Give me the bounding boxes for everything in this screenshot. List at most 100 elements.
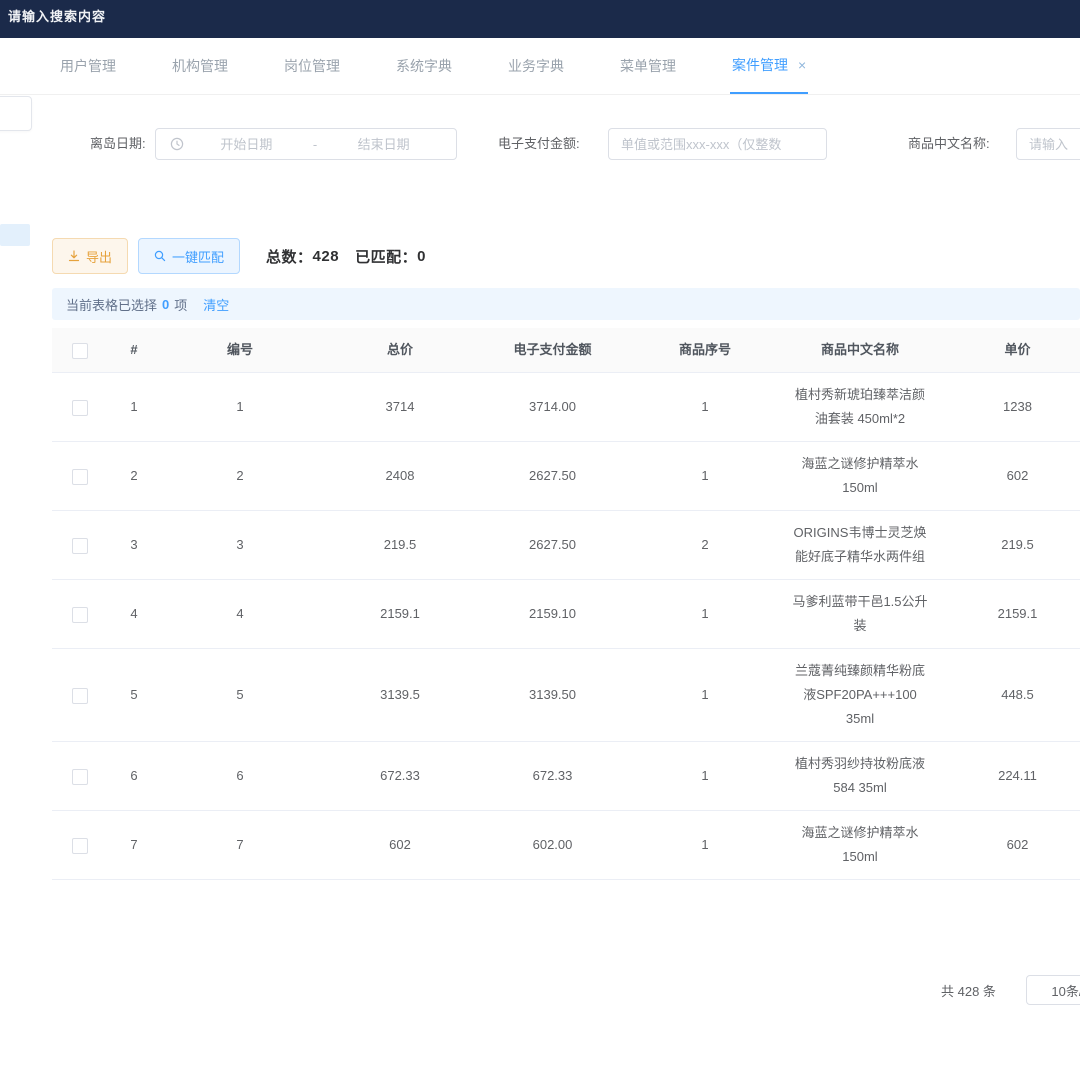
matched-label: 已匹配： bbox=[355, 246, 417, 267]
total-label: 总数： bbox=[266, 246, 313, 267]
tab-label: 机构管理 bbox=[172, 56, 228, 76]
cell-total: 219.5 bbox=[320, 523, 480, 567]
tab-label: 系统字典 bbox=[396, 56, 452, 76]
cell-seq: 1 bbox=[625, 823, 785, 867]
col-header-epay: 电子支付金额 bbox=[480, 334, 625, 366]
cell-unit: 602 bbox=[935, 454, 1080, 498]
cell-name: 海蓝之谜修护精萃水 150ml bbox=[785, 811, 935, 879]
cell-epay: 602.00 bbox=[480, 823, 625, 867]
cell-index: 3 bbox=[108, 523, 160, 567]
cell-seq: 1 bbox=[625, 673, 785, 717]
epay-amount-input[interactable] bbox=[608, 128, 827, 160]
cell-epay: 3714.00 bbox=[480, 385, 625, 429]
one-key-match-button[interactable]: 一键匹配 bbox=[138, 238, 240, 274]
table-row: 4 4 2159.1 2159.10 1 马爹利蓝带干邑1.5公升装 2159.… bbox=[52, 580, 1080, 649]
cell-epay: 1232.47 bbox=[480, 892, 625, 901]
tab-user-management[interactable]: 用户管理 bbox=[58, 38, 118, 94]
tab-close-icon[interactable]: × bbox=[798, 58, 806, 72]
product-name-input[interactable] bbox=[1016, 128, 1080, 160]
date-filter-label: 离岛日期: bbox=[90, 128, 146, 160]
cell-epay: 3139.50 bbox=[480, 673, 625, 717]
filter-row: 离岛日期: - 电子支付金额: 商品中文名称: bbox=[0, 128, 1080, 162]
cell-unit: 1238 bbox=[935, 385, 1080, 429]
amount-filter-label: 电子支付金额: bbox=[498, 128, 580, 160]
global-search-input[interactable]: 请输入搜索内容 bbox=[8, 6, 106, 25]
page-size-select[interactable]: 10条/页 bbox=[1026, 975, 1080, 1005]
row-checkbox[interactable] bbox=[72, 607, 88, 623]
tab-business-dict[interactable]: 业务字典 bbox=[506, 38, 566, 94]
start-date-input[interactable] bbox=[184, 136, 309, 153]
table-row: 8 8 1232.47 1232.47 1 卡诗菁纯亮泽经典香氛 410.82 bbox=[52, 880, 1080, 900]
cell-epay: 2627.50 bbox=[480, 454, 625, 498]
clipped-button-fragment bbox=[0, 224, 30, 246]
cell-seq: 1 bbox=[625, 892, 785, 901]
col-header-unit: 单价 bbox=[935, 334, 1080, 366]
cell-seq: 2 bbox=[625, 523, 785, 567]
row-checkbox[interactable] bbox=[72, 400, 88, 416]
col-header-name: 商品中文名称 bbox=[785, 334, 935, 366]
date-range-picker[interactable]: - bbox=[155, 128, 457, 160]
toolbar: 导出 一键匹配 总数： 428 已匹配： 0 bbox=[52, 238, 426, 274]
total-value: 428 bbox=[313, 248, 340, 265]
tab-label: 菜单管理 bbox=[620, 56, 676, 76]
cell-unit: 448.5 bbox=[935, 673, 1080, 717]
export-button[interactable]: 导出 bbox=[52, 238, 128, 274]
row-checkbox[interactable] bbox=[72, 769, 88, 785]
cell-index: 4 bbox=[108, 592, 160, 636]
tab-post-management[interactable]: 岗位管理 bbox=[282, 38, 342, 94]
cell-seq: 1 bbox=[625, 385, 785, 429]
selection-count: 0 bbox=[162, 297, 169, 312]
table-row: 6 6 672.33 672.33 1 植村秀羽纱持妆粉底液 584 35ml … bbox=[52, 742, 1080, 811]
cell-index: 8 bbox=[108, 892, 160, 901]
cell-total: 2408 bbox=[320, 454, 480, 498]
cell-unit: 224.11 bbox=[935, 754, 1080, 798]
clear-selection-link[interactable]: 清空 bbox=[203, 295, 229, 314]
cell-total: 1232.47 bbox=[320, 892, 480, 901]
selection-prefix: 当前表格已选择 bbox=[66, 295, 157, 314]
cell-index: 2 bbox=[108, 454, 160, 498]
tab-system-dict[interactable]: 系统字典 bbox=[394, 38, 454, 94]
cell-name: 卡诗菁纯亮泽经典香氛 bbox=[785, 892, 935, 901]
export-button-label: 导出 bbox=[86, 247, 112, 266]
tab-org-management[interactable]: 机构管理 bbox=[170, 38, 230, 94]
select-all-checkbox[interactable] bbox=[72, 343, 88, 359]
cell-seq: 1 bbox=[625, 754, 785, 798]
cell-unit: 219.5 bbox=[935, 523, 1080, 567]
data-table: # 编号 总价 电子支付金额 商品序号 商品中文名称 单价 1 1 3 7 1 4 3… bbox=[52, 328, 1080, 900]
cell-index: 6 bbox=[108, 754, 160, 798]
top-navbar: 请输入搜索内容 bbox=[0, 0, 1080, 38]
tab-label: 案件管理 bbox=[732, 55, 788, 75]
download-icon bbox=[68, 250, 80, 262]
cell-code: 7 bbox=[160, 823, 320, 867]
col-header-code: 编号 bbox=[160, 334, 320, 366]
tab-case-management[interactable]: 案件管理 × bbox=[730, 38, 808, 94]
row-checkbox[interactable] bbox=[72, 838, 88, 854]
cell-total: 3139.5 bbox=[320, 673, 480, 717]
date-range-separator: - bbox=[309, 137, 321, 152]
end-date-input[interactable] bbox=[321, 136, 446, 153]
cell-unit: 602 bbox=[935, 823, 1080, 867]
table-header-row: # 编号 总价 电子支付金额 商品序号 商品中文名称 单价 bbox=[52, 328, 1080, 373]
cell-unit: 2159.1 bbox=[935, 592, 1080, 636]
cell-epay: 2627.50 bbox=[480, 523, 625, 567]
cell-epay: 672.33 bbox=[480, 754, 625, 798]
cell-code: 8 bbox=[160, 892, 320, 901]
table-row: 5 5 3139.5 3139.50 1 兰蔻菁纯臻颜精华粉底液SPF20PA+… bbox=[52, 649, 1080, 742]
cell-name: 兰蔻菁纯臻颜精华粉底液SPF20PA+++100 35ml bbox=[785, 649, 935, 741]
tab-menu-management[interactable]: 菜单管理 bbox=[618, 38, 678, 94]
row-checkbox[interactable] bbox=[72, 688, 88, 704]
match-stats: 总数： 428 已匹配： 0 bbox=[266, 246, 426, 267]
cell-code: 6 bbox=[160, 754, 320, 798]
selection-bar: 当前表格已选择 0 项 清空 bbox=[52, 288, 1080, 320]
cell-seq: 1 bbox=[625, 592, 785, 636]
cell-code: 2 bbox=[160, 454, 320, 498]
cell-name: 马爹利蓝带干邑1.5公升装 bbox=[785, 580, 935, 648]
search-icon bbox=[154, 250, 166, 262]
row-checkbox[interactable] bbox=[72, 538, 88, 554]
tab-label: 用户管理 bbox=[60, 56, 116, 76]
row-checkbox[interactable] bbox=[72, 469, 88, 485]
match-button-label: 一键匹配 bbox=[172, 247, 224, 266]
cell-index: 7 bbox=[108, 823, 160, 867]
cell-code: 3 bbox=[160, 523, 320, 567]
clock-icon bbox=[166, 137, 184, 151]
